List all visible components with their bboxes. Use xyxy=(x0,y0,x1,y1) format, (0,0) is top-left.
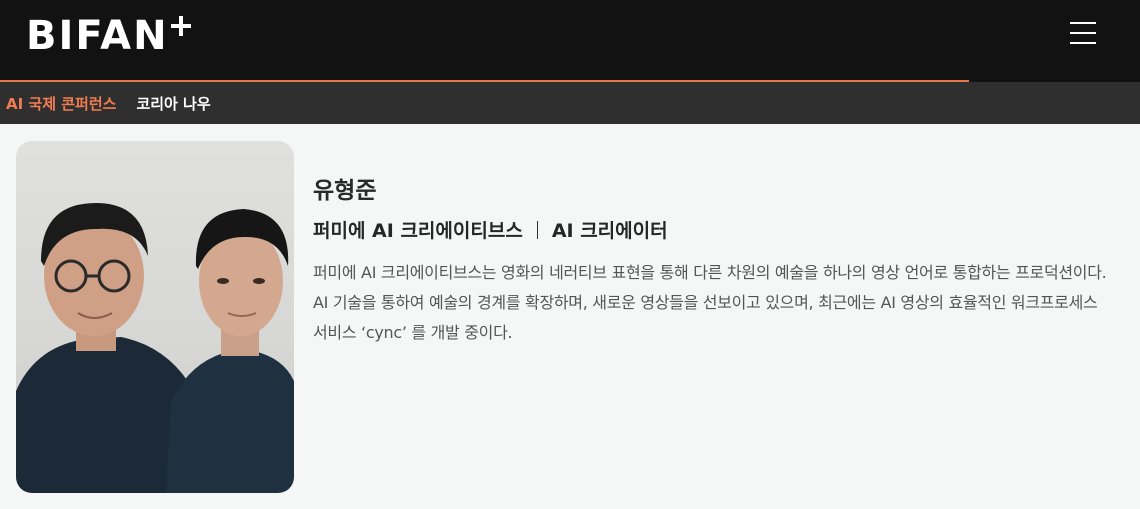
portrait-image xyxy=(16,203,294,493)
profile-role: 퍼미에 AI 크리에이티브스 AI 크리에이터 xyxy=(313,216,668,243)
subnav-item-ai-conference[interactable]: AI 국제 콘퍼런스 xyxy=(6,93,116,114)
profile-photo xyxy=(16,141,294,493)
sub-navigation: AI 국제 콘퍼런스 코리아 나우 xyxy=(0,82,1140,124)
subnav-item-korea-now[interactable]: 코리아 나우 xyxy=(136,93,210,114)
bifan-logo[interactable]: BIFAN xyxy=(26,14,191,58)
menu-button[interactable] xyxy=(1070,20,1098,46)
hamburger-icon xyxy=(1070,22,1096,24)
profile-company: 퍼미에 AI 크리에이티브스 xyxy=(313,220,523,242)
logo-text: BIFAN xyxy=(26,13,169,59)
profile-name: 유형준 xyxy=(313,178,377,204)
divider xyxy=(536,220,538,239)
profile-bio: 퍼미에 AI 크리에이티브스는 영화의 네러티브 표현을 통해 다른 차원의 예… xyxy=(313,263,1107,342)
plus-icon xyxy=(170,16,191,36)
site-header: BIFAN xyxy=(0,0,1140,82)
profile-title: AI 크리에이터 xyxy=(551,220,668,242)
